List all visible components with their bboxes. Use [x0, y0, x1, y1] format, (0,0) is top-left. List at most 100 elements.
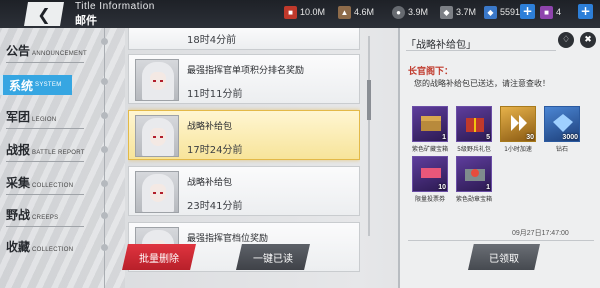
reward-item[interactable]: 10 [412, 156, 448, 192]
read-all-button[interactable]: 一键已读 [236, 244, 310, 270]
add-ticket-button[interactable]: + [578, 4, 593, 19]
divider [406, 50, 556, 51]
reward-label: 钻石 [555, 146, 568, 153]
menu-item-favorites[interactable]: 收藏 COLLECTION [6, 238, 116, 258]
mail-item-selected[interactable]: 战略补给包 17时24分前 [128, 110, 360, 160]
reward-item[interactable]: 5 [456, 106, 492, 142]
resource-ticket: ■ 4 [540, 4, 561, 20]
chest-icon [421, 116, 441, 131]
menu-label: 收藏 [6, 240, 31, 254]
mail-item[interactable]: 18时4分前 [128, 28, 360, 50]
menu-label: 战报 [6, 143, 31, 157]
menu-sublabel: BATTLE REPORT [32, 150, 85, 156]
fuel-icon: ■ [284, 5, 297, 19]
reward-label: 1小时加速 [504, 146, 532, 153]
divider [408, 240, 594, 241]
menu-item-creeps[interactable]: 野战 CREEPS [6, 206, 116, 226]
menu-item-collection[interactable]: 采集 COLLECTION [6, 174, 116, 194]
mail-subject: 最强指挥官单项积分排名奖励 [187, 66, 305, 76]
ticket-icon [421, 168, 441, 178]
menu-sublabel: SYSTEM [35, 82, 62, 88]
resource-fuel: ■ 10.0M [284, 4, 325, 20]
mail-time: 23时41分前 [187, 201, 243, 212]
menu-sublabel: COLLECTION [32, 183, 74, 189]
menu-sublabel: CREEPS [32, 215, 59, 221]
menu-label: 采集 [6, 176, 31, 190]
menu-label: 公告 [6, 44, 31, 58]
menu-item-legion[interactable]: 军团 LEGION [6, 108, 116, 128]
avatar [135, 115, 179, 157]
mail-time: 18时4分前 [187, 35, 237, 46]
menu-label: 系统 [9, 78, 34, 93]
resource-alloy: ◆ 3.7M [440, 4, 476, 20]
page-title-en: Title Information [75, 1, 155, 12]
menu-label: 野战 [6, 208, 31, 222]
resource-value: 10.0M [300, 7, 326, 17]
reward-qty: 3000 [562, 134, 578, 141]
resource-value: 5591 [500, 7, 521, 17]
detail-greeting: 长官阁下： [408, 67, 454, 77]
mail-subject: 战略补给包 [187, 178, 233, 188]
resource-crystal: ◆ 5591 [484, 4, 520, 20]
reward-qty: 30 [526, 134, 534, 141]
back-button[interactable]: ❮ [24, 2, 64, 26]
ammo-icon: ▲ [338, 5, 351, 19]
menu-divider [6, 62, 84, 63]
menu-sublabel: COLLECTION [32, 247, 74, 253]
mail-scrollbar-track[interactable] [368, 36, 370, 236]
add-crystal-button[interactable]: + [520, 4, 535, 19]
detail-body: 您的战略补给包已送达，请注意查收！ [414, 79, 550, 88]
medal-chest-icon [465, 169, 485, 181]
ticket-icon: ■ [540, 5, 553, 19]
menu-sublabel: LEGION [32, 117, 57, 123]
resource-value: 3.9M [408, 7, 429, 17]
resource-value: 4.6M [354, 7, 375, 17]
reward-label: 限量投票券 [414, 196, 445, 203]
reward-qty: 10 [438, 184, 446, 191]
mail-time: 11时11分前 [187, 89, 243, 100]
reward-item[interactable]: 1 [412, 106, 448, 142]
resource-ammo: ▲ 4.6M [338, 4, 374, 20]
mail-detail-panel: 「战略补给包」 ♢ ✖ 长官阁下： 您的战略补给包已送达，请注意查收！ 1 紫色… [398, 28, 600, 288]
reward-qty: 5 [486, 134, 490, 141]
menu-divider [6, 128, 84, 129]
resource-value: 3.7M [456, 7, 477, 17]
alloy-icon: ◆ [440, 5, 453, 19]
rail-dot [101, 78, 108, 85]
menu-item-announcement[interactable]: 公告 ANNOUNCEMENT [6, 42, 116, 62]
mail-date: 09月27日17:47:00 [512, 230, 569, 237]
claimed-button[interactable]: 已领取 [468, 244, 540, 270]
reward-label: 5级野兵礼包 [457, 146, 491, 153]
reward-qty: 1 [486, 184, 490, 191]
crystal-icon: ◆ [484, 5, 497, 19]
reward-item[interactable]: 1 [456, 156, 492, 192]
menu-item-system[interactable]: 系统 SYSTEM [0, 75, 72, 95]
speedup-icon [511, 115, 527, 131]
menu-divider [6, 194, 84, 195]
reward-item[interactable]: 3000 [544, 106, 580, 142]
menu-item-battle-report[interactable]: 战报 BATTLE REPORT [6, 141, 116, 161]
mail-subject: 战略补给包 [187, 122, 233, 132]
collect-icon[interactable]: ♢ [558, 32, 574, 48]
menu-sublabel: ANNOUNCEMENT [32, 51, 87, 57]
avatar [135, 59, 179, 101]
reward-label: 紫色矿藏宝箱 [411, 146, 448, 153]
menu-divider [6, 226, 84, 227]
mail-time: 17时24分前 [187, 145, 243, 156]
steel-icon: ● [392, 5, 405, 19]
reward-label: 紫色勋章宝箱 [455, 196, 492, 203]
detail-title: 「战略补给包」 [406, 40, 476, 51]
mail-subject: 最强指挥官档位奖励 [187, 234, 269, 244]
batch-delete-button[interactable]: 批量删除 [122, 244, 196, 270]
reward-qty: 1 [442, 134, 446, 141]
resource-value: 4 [556, 7, 562, 17]
diamond-icon [553, 114, 573, 132]
mail-item[interactable]: 最强指挥官单项积分排名奖励 11时11分前 [128, 54, 360, 104]
reward-item[interactable]: 30 [500, 106, 536, 142]
mail-scrollbar-thumb[interactable] [367, 80, 371, 120]
menu-divider [6, 161, 84, 162]
delete-icon[interactable]: ✖ [580, 32, 596, 48]
avatar [135, 171, 179, 213]
mail-item[interactable]: 战略补给包 23时41分前 [128, 166, 360, 216]
gift-box-icon [466, 118, 484, 132]
